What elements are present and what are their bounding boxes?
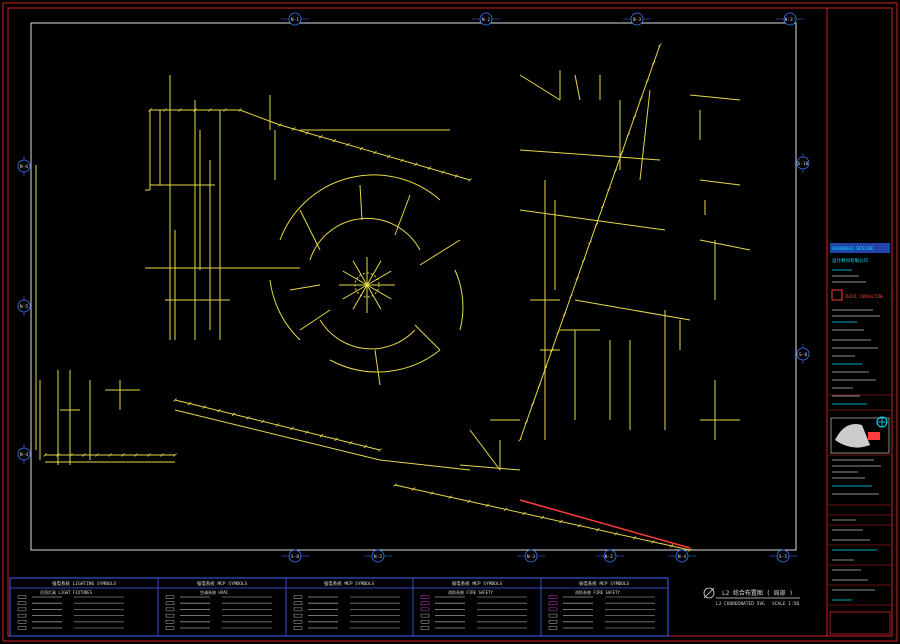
svg-text:N-2: N-2 xyxy=(374,554,382,560)
accent-red-line xyxy=(519,499,691,549)
legend-header-4: 弱电系统 MEP SYMBOLS xyxy=(452,580,503,587)
title-block-company: SHANGHAI DESIGN xyxy=(832,246,873,252)
title-block: SHANGHAI DESIGN 设计顾问有限公司 ZHIXI CONSULTIN… xyxy=(828,243,891,635)
legend-subheader-5: 消防系统 FIRE SAFETY xyxy=(575,589,620,595)
legend-subheader-4: 消防系统 FIRE SAFETY xyxy=(448,589,493,595)
svg-text:S-0: S-0 xyxy=(291,554,299,560)
grid-bubble-bottom-4: N-3' xyxy=(603,549,617,563)
legend-subheader-1: 吊顶灯具 LIGHT FIXTURES xyxy=(40,589,93,595)
grid-bubble-top-1: N-1 xyxy=(288,12,302,26)
svg-text:N-1: N-1 xyxy=(291,17,299,23)
legend-header-5: 弱电系统 MEP SYMBOLS xyxy=(579,580,630,587)
right-structure xyxy=(490,44,751,470)
grid-bubble-left-3: N-4 xyxy=(17,447,31,461)
grid-bubble-bottom-6: S-5 xyxy=(776,549,790,563)
svg-text:N-4: N-4 xyxy=(678,554,686,560)
legend-header-2: 强电系统 MEP SYMBOLS xyxy=(197,580,248,587)
grid-bubble-bottom-2: N-2 xyxy=(371,549,385,563)
svg-text:N-4: N-4 xyxy=(20,452,28,458)
legend-table: 强电系统 LIGHTING SYMBOLS 强电系统 MEP SYMBOLS 强… xyxy=(9,577,669,637)
firm-logo xyxy=(831,289,843,301)
legend-subheader-2: 空调系统 HVAC xyxy=(200,589,229,595)
grid-bubble-left-1: N-6 xyxy=(17,159,31,173)
bottom-diagonal-wall xyxy=(174,399,691,551)
radial-feature xyxy=(269,174,464,386)
grid-bubble-bottom-3: N-3 xyxy=(524,549,538,563)
svg-text:N-5: N-5 xyxy=(20,304,28,310)
svg-text:S-10: S-10 xyxy=(798,161,809,167)
svg-text:S-8: S-8 xyxy=(799,352,807,358)
grid-bubble-bottom-1: S-0 xyxy=(288,549,302,563)
svg-text:N-3': N-3' xyxy=(605,554,616,560)
svg-text:N-3: N-3 xyxy=(633,17,641,23)
legend-header-3: 强电系统 MEP SYMBOLS xyxy=(324,580,375,587)
grid-bubble-top-2: N-2 xyxy=(479,12,493,26)
grid-bubble-top-3: N-3 xyxy=(630,12,644,26)
grid-bubble-right-2: S-8 xyxy=(796,347,810,361)
inner-frame xyxy=(7,7,893,637)
drawing-title-block: L2 综合布置图 ( 局部 ) L2 COORDINATED SVG SCALE… xyxy=(703,587,800,607)
svg-text:N-3: N-3 xyxy=(527,554,535,560)
grid-bubble-top-4: N-3' xyxy=(783,12,797,26)
drawing-title: L2 综合布置图 ( 局部 ) xyxy=(722,589,793,597)
svg-text:N-3': N-3' xyxy=(785,17,796,23)
key-plan-shape xyxy=(835,424,870,448)
svg-text:S-5: S-5 xyxy=(779,554,787,560)
title-block-stamp: ZHIXI CONSULTING xyxy=(845,294,884,299)
title-block-firm: 设计顾问有限公司 xyxy=(832,257,868,264)
svg-text:N-6: N-6 xyxy=(20,164,28,170)
drawing-scale: SCALE 1:50 xyxy=(772,601,799,607)
drawing-subtitle: L2 COORDINATED SVG xyxy=(716,601,765,607)
drawing-viewport xyxy=(30,22,797,551)
outer-frame xyxy=(2,2,898,642)
grid-bubble-left-2: N-5 xyxy=(17,299,31,313)
grid-bubble-bottom-5: N-4 xyxy=(675,549,689,563)
cad-drawing-canvas: N-1 N-2 N-3 N-3' S-0 N-2 N-3 N-3' N-4 S-5 N-6 N-5 N-… xyxy=(2,2,898,642)
left-structure xyxy=(35,75,471,465)
svg-text:N-2: N-2 xyxy=(482,17,490,23)
legend-header-1: 强电系统 LIGHTING SYMBOLS xyxy=(52,580,116,587)
grid-bubble-right-1: S-10 xyxy=(796,156,810,170)
